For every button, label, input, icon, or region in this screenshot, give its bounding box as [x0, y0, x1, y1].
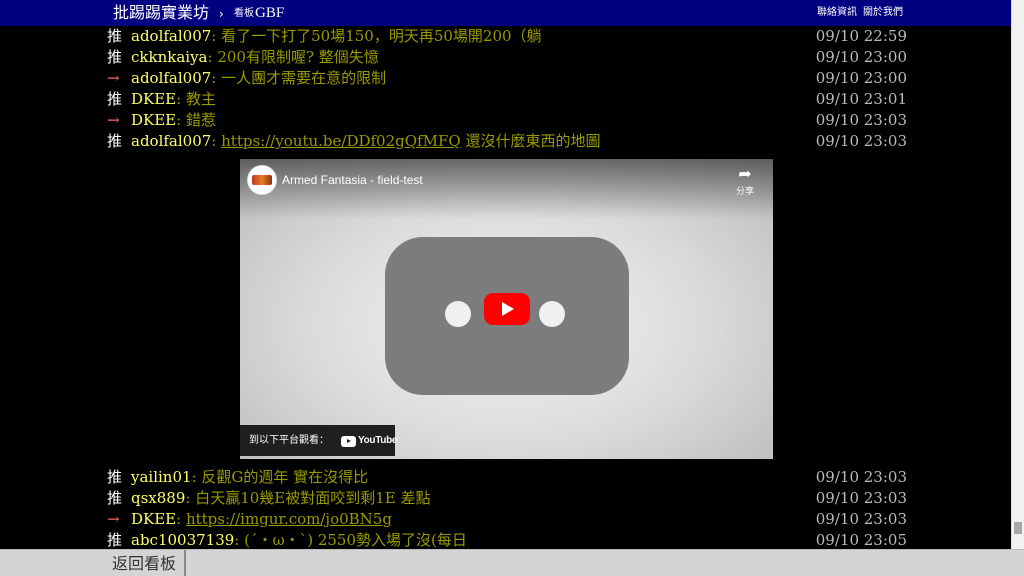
push-content: : 看了一下打了50場150，明天再50場開200（躺 [211, 27, 542, 45]
push-row: 推 adolfal007: 看了一下打了50場150，明天再50場開200（躺 0… [107, 26, 907, 47]
watch-on-youtube-button[interactable]: 到以下平台觀看： YouTube [240, 425, 398, 456]
push-content: : 白天贏10幾E被對面咬到剩1E 差點 [185, 489, 431, 507]
push-content: : 一人團才需要在意的限制 [211, 69, 387, 87]
push-user: qsx889 [131, 489, 186, 507]
push-tag: → [107, 111, 120, 129]
top-links: 聯絡資訊 關於我們 [817, 6, 903, 20]
push-time: 09/10 23:03 [815, 132, 907, 150]
push-time: 09/10 22:59 [815, 27, 907, 45]
contact-link[interactable]: 聯絡資訊 [817, 6, 857, 20]
push-row: 推 adolfal007: https://youtu.be/DDf02gQfMF… [107, 131, 907, 152]
gamepad-button-right-icon [539, 301, 565, 327]
top-navigation-bar: 批踢踢實業坊 › 看板 GBF 聯絡資訊 關於我們 [0, 0, 1012, 26]
back-to-board-button[interactable]: 返回看板 [104, 550, 186, 576]
play-button[interactable] [484, 293, 530, 325]
push-content: : 教主 [176, 90, 216, 108]
bottom-bar: 返回看板 [0, 549, 1024, 576]
imgur-link[interactable]: https://imgur.com/jo0BN5g [186, 510, 392, 528]
push-user: adolfal007 [131, 27, 212, 45]
push-time: 09/10 23:03 [815, 468, 907, 486]
push-time: 09/10 23:03 [815, 111, 907, 129]
push-user: adolfal007 [131, 69, 212, 87]
share-label: 分享 [735, 186, 754, 196]
youtube-logo-icon: YouTube [341, 435, 398, 447]
share-arrow-icon: ➦ [738, 166, 752, 183]
breadcrumb-separator: › [219, 7, 224, 21]
push-tag: 推 [107, 90, 123, 108]
video-title[interactable]: Armed Fantasia - field-test [282, 172, 423, 188]
push-user: adolfal007 [131, 132, 212, 150]
youtube-link[interactable]: https://youtu.be/DDf02gQfMFQ [221, 132, 461, 150]
push-row: 推 ckknkaiya: 200有限制喔? 整個失憶 09/10 23:00 [107, 47, 907, 68]
push-tag: 推 [107, 27, 123, 45]
scrollbar-thumb[interactable] [1014, 522, 1022, 534]
push-content: : 200有限制喔? 整個失憶 [207, 48, 379, 66]
about-link[interactable]: 關於我們 [863, 6, 903, 20]
push-user: yailin01 [131, 468, 192, 486]
share-button[interactable]: ➦ 分享 [732, 167, 758, 197]
site-brand-link[interactable]: 批踢踢實業坊 [113, 2, 209, 24]
push-user: ckknkaiya [131, 48, 208, 66]
push-content-suffix: 還沒什麼東西的地圖 [460, 132, 601, 150]
push-content: : 錯惹 [176, 111, 216, 129]
push-row: 推 qsx889: 白天贏10幾E被對面咬到剩1E 差點 09/10 23:03 [107, 488, 907, 509]
push-row: 推 DKEE: 教主 09/10 23:01 [107, 89, 907, 110]
youtube-play-icon [341, 435, 356, 447]
push-content: : 反觀G的週年 實在沒得比 [191, 468, 369, 486]
push-time: 09/10 23:05 [815, 531, 907, 549]
push-content-prefix: : [176, 510, 186, 528]
push-row: 推 abc10037139: (´・ω・`) 2550勢入場了沒(每日 09/10… [107, 530, 907, 551]
push-user: DKEE [131, 510, 177, 528]
push-tag: → [107, 69, 120, 87]
push-tag: → [107, 510, 120, 528]
push-content-prefix: : [211, 132, 222, 150]
push-time: 09/10 23:00 [815, 69, 907, 87]
push-content: : https://imgur.com/jo0BN5g [176, 510, 392, 528]
push-tag: 推 [107, 468, 123, 486]
push-row: → DKEE: https://imgur.com/jo0BN5g 09/10 2… [107, 509, 907, 530]
push-time: 09/10 23:01 [815, 90, 907, 108]
board-name-link[interactable]: GBF [255, 3, 284, 23]
channel-logo-icon [252, 175, 272, 185]
push-tag: 推 [107, 489, 123, 507]
board-label: 看板 [234, 8, 254, 19]
push-time: 09/10 23:00 [815, 48, 907, 66]
push-row: 推 yailin01: 反觀G的週年 實在沒得比 09/10 23:03 [107, 467, 907, 488]
page-scrollbar[interactable] [1011, 0, 1024, 549]
push-content: : (´・ω・`) 2550勢入場了沒(每日 [234, 531, 467, 549]
push-user: DKEE [131, 111, 177, 129]
push-time: 09/10 23:03 [815, 489, 907, 507]
push-user: abc10037139 [131, 531, 235, 549]
youtube-embed[interactable]: Armed Fantasia - field-test ➦ 分享 到以下平台觀看… [240, 159, 773, 459]
push-user: DKEE [131, 90, 177, 108]
push-tag: 推 [107, 48, 123, 66]
push-time: 09/10 23:03 [815, 510, 907, 528]
watch-on-label: 到以下平台觀看： [249, 435, 329, 446]
gamepad-button-left-icon [445, 301, 471, 327]
channel-avatar[interactable] [247, 165, 277, 195]
push-tag: 推 [107, 132, 123, 150]
push-content: : https://youtu.be/DDf02gQfMFQ 還沒什麼東西的地圖 [211, 132, 600, 150]
push-row: → adolfal007: 一人團才需要在意的限制 09/10 23:00 [107, 68, 907, 89]
video-top-shade [240, 159, 773, 219]
push-tag: 推 [107, 531, 123, 549]
play-icon [502, 302, 514, 316]
youtube-wordmark: YouTube [358, 435, 398, 446]
push-row: → DKEE: 錯惹 09/10 23:03 [107, 110, 907, 131]
